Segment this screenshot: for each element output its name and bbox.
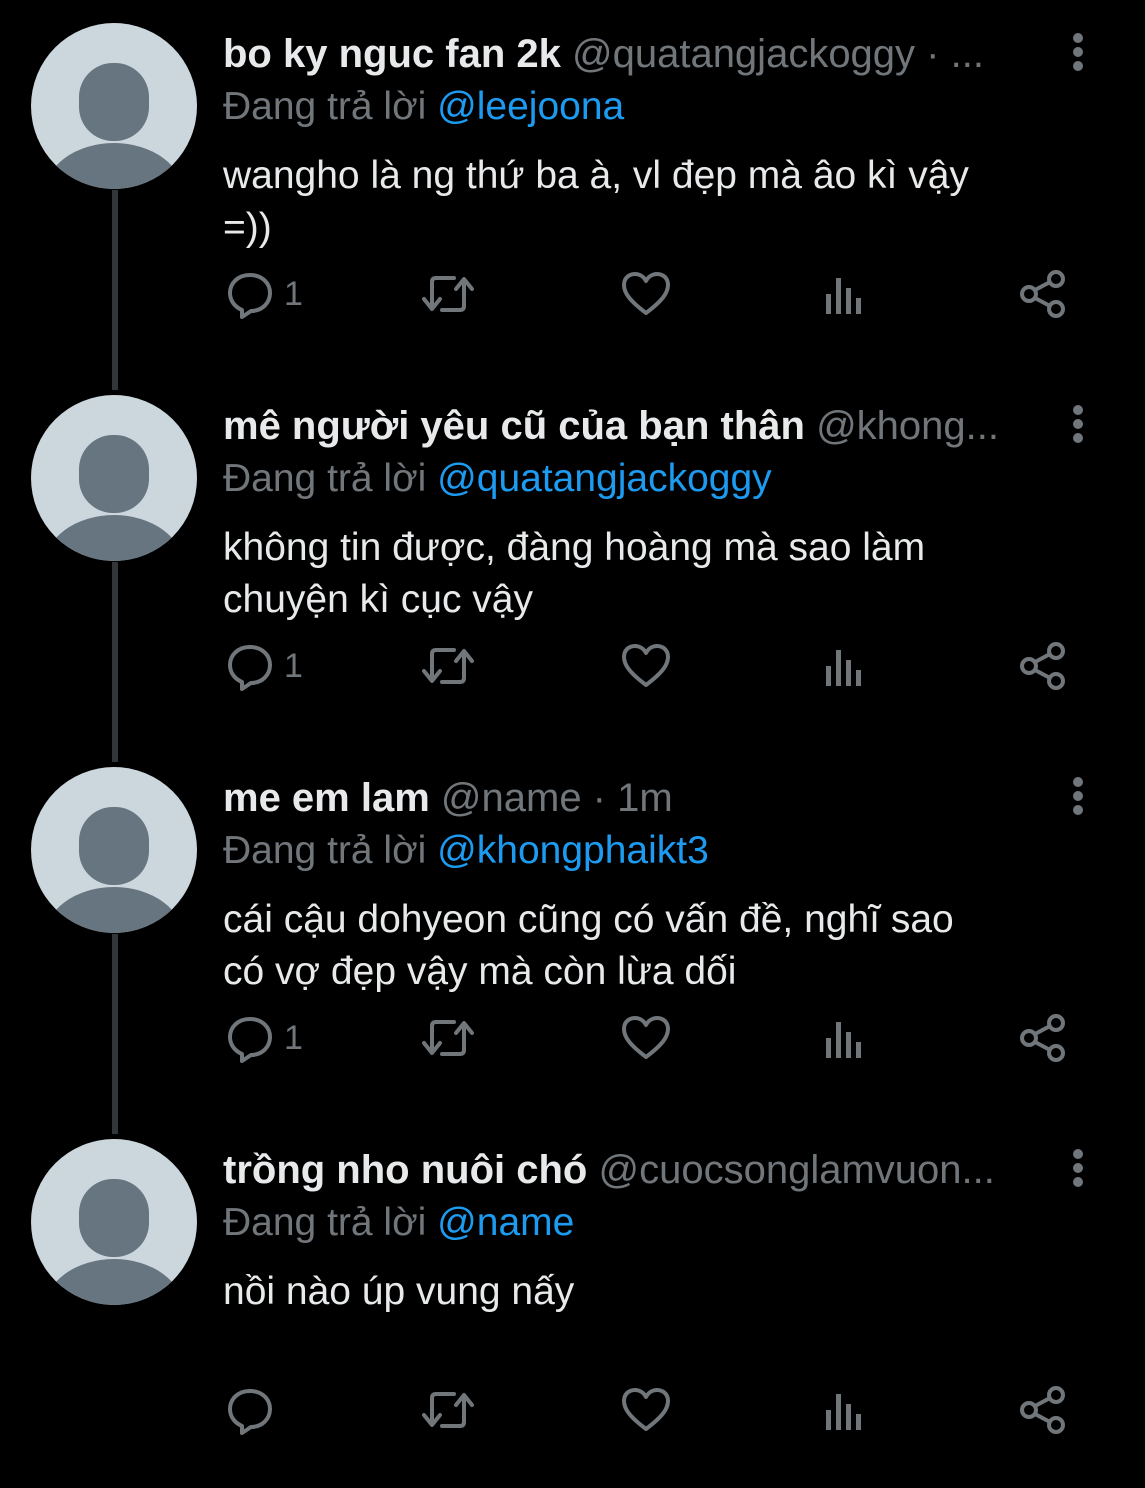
- replying-to-label: Đang trả lời: [223, 1201, 427, 1244]
- views-icon: [826, 650, 861, 686]
- replying-to-label: Đang trả lời: [223, 457, 427, 500]
- tweet-header: me em lam @name · 1m: [223, 772, 1043, 824]
- retweet-icon: [422, 648, 474, 684]
- default-profile-icon: [44, 807, 184, 933]
- tweet-text-line: =)): [223, 206, 272, 249]
- tweet-text-line: không tin được, đàng hoàng mà sao làm: [223, 526, 926, 569]
- like-button[interactable]: [620, 266, 672, 322]
- default-profile-icon: [44, 1179, 184, 1305]
- tweet-text: wangho là ng thứ ba à, vl đẹp mà âo kì v…: [223, 150, 1083, 254]
- retweet-button[interactable]: [420, 1010, 476, 1066]
- reply-button[interactable]: 1: [224, 1010, 303, 1066]
- more-icon: [1073, 777, 1083, 815]
- views-icon: [826, 278, 861, 314]
- views-button[interactable]: [822, 266, 866, 322]
- reply-to-handle-link[interactable]: @leejoona: [437, 85, 624, 128]
- reply-icon: [228, 1017, 272, 1063]
- more-options-button[interactable]: [1060, 32, 1096, 72]
- more-icon: [1073, 405, 1083, 443]
- avatar[interactable]: [31, 395, 197, 561]
- tweet-text-line: có vợ đẹp vậy mà còn lừa dối: [223, 950, 737, 993]
- like-icon: [622, 644, 670, 687]
- user-handle[interactable]: @quatangjackoggy · ...: [572, 32, 984, 76]
- views-icon: [826, 1022, 861, 1058]
- reply-count: 1: [284, 647, 303, 685]
- reply-button[interactable]: 1: [224, 638, 303, 694]
- share-button[interactable]: [1018, 1010, 1068, 1066]
- tweet-text-line: wangho là ng thứ ba à, vl đẹp mà âo kì v…: [223, 154, 969, 197]
- replying-to: Đang trả lời @leejoona: [223, 82, 624, 132]
- reply-count: 1: [284, 275, 303, 313]
- reply-button[interactable]: 1: [224, 266, 303, 322]
- tweet[interactable]: bo ky nguc fan 2k @quatangjackoggy · ...…: [0, 0, 1145, 372]
- action-bar: 1: [0, 638, 1145, 694]
- more-icon: [1073, 33, 1083, 71]
- more-options-button[interactable]: [1060, 776, 1096, 816]
- share-button[interactable]: [1018, 638, 1068, 694]
- tweet-header: bo ky nguc fan 2k @quatangjackoggy · ...: [223, 28, 1043, 80]
- reply-to-handle-link[interactable]: @name: [437, 1201, 574, 1244]
- reply-icon: [228, 273, 272, 319]
- share-icon: [1020, 270, 1065, 318]
- replying-to-label: Đang trả lời: [223, 85, 427, 128]
- tweet-text: cái cậu dohyeon cũng có vấn đề, nghĩ sao…: [223, 894, 1083, 998]
- default-profile-icon: [44, 435, 184, 561]
- views-button[interactable]: [822, 638, 866, 694]
- views-button[interactable]: [822, 1010, 866, 1066]
- tweet[interactable]: mê người yêu cũ của bạn thân @khong... Đ…: [0, 372, 1145, 744]
- default-profile-icon: [44, 63, 184, 189]
- user-handle[interactable]: @cuocsonglamvuon...: [598, 1148, 994, 1192]
- share-icon: [1020, 1014, 1065, 1062]
- tweet-text-line: nồi nào úp vung nấy: [223, 1270, 575, 1313]
- user-handle[interactable]: @name · 1m: [441, 776, 673, 820]
- retweet-icon: [422, 1392, 474, 1428]
- reply-icon: [228, 1389, 272, 1435]
- tweet-header: mê người yêu cũ của bạn thân @khong...: [223, 400, 1043, 452]
- reply-icon: [228, 645, 272, 691]
- tweet[interactable]: me em lam @name · 1m Đang trả lời @khong…: [0, 744, 1145, 1116]
- avatar[interactable]: [31, 767, 197, 933]
- replying-to-label: Đang trả lời: [223, 829, 427, 872]
- replying-to: Đang trả lời @khongphaikt3: [223, 826, 709, 876]
- tweet-text-line: chuyện kì cục vậy: [223, 578, 533, 621]
- replying-to: Đang trả lời @quatangjackoggy: [223, 454, 772, 504]
- retweet-button[interactable]: [420, 266, 476, 322]
- display-name[interactable]: bo ky nguc fan 2k: [223, 32, 561, 76]
- more-options-button[interactable]: [1060, 404, 1096, 444]
- reply-count: 1: [284, 1019, 303, 1057]
- more-options-button[interactable]: [1060, 1148, 1096, 1188]
- display-name[interactable]: trồng nho nuôi chó: [223, 1148, 587, 1192]
- tweet-text: không tin được, đàng hoàng mà sao làm ch…: [223, 522, 1083, 626]
- share-button[interactable]: [1018, 266, 1068, 322]
- share-icon: [1020, 1386, 1065, 1434]
- user-handle[interactable]: @khong...: [816, 404, 999, 448]
- like-button[interactable]: [620, 1010, 672, 1066]
- like-icon: [622, 1016, 670, 1059]
- action-bar: 1: [0, 266, 1145, 322]
- tweet-header: trồng nho nuôi chó @cuocsonglamvuon...: [223, 1144, 1043, 1196]
- replying-to: Đang trả lời @name: [223, 1198, 574, 1248]
- action-bar: 1: [0, 1010, 1145, 1066]
- reply-to-handle-link[interactable]: @quatangjackoggy: [437, 457, 772, 500]
- avatar[interactable]: [31, 1139, 197, 1305]
- tweet-text: nồi nào úp vung nấy: [223, 1266, 1083, 1318]
- display-name[interactable]: me em lam: [223, 776, 430, 820]
- tweet-text-line: cái cậu dohyeon cũng có vấn đề, nghĩ sao: [223, 898, 954, 941]
- reply-to-handle-link[interactable]: @khongphaikt3: [437, 829, 709, 872]
- views-icon: [826, 1394, 861, 1430]
- retweet-icon: [422, 1020, 474, 1056]
- more-icon: [1073, 1149, 1083, 1187]
- share-icon: [1020, 642, 1065, 690]
- tweet[interactable]: trồng nho nuôi chó @cuocsonglamvuon... Đ…: [0, 1116, 1145, 1488]
- retweet-icon: [422, 276, 474, 312]
- like-button[interactable]: [620, 638, 672, 694]
- like-icon: [622, 272, 670, 315]
- like-icon: [622, 1388, 670, 1431]
- retweet-button[interactable]: [420, 638, 476, 694]
- display-name[interactable]: mê người yêu cũ của bạn thân: [223, 404, 805, 448]
- avatar[interactable]: [31, 23, 197, 189]
